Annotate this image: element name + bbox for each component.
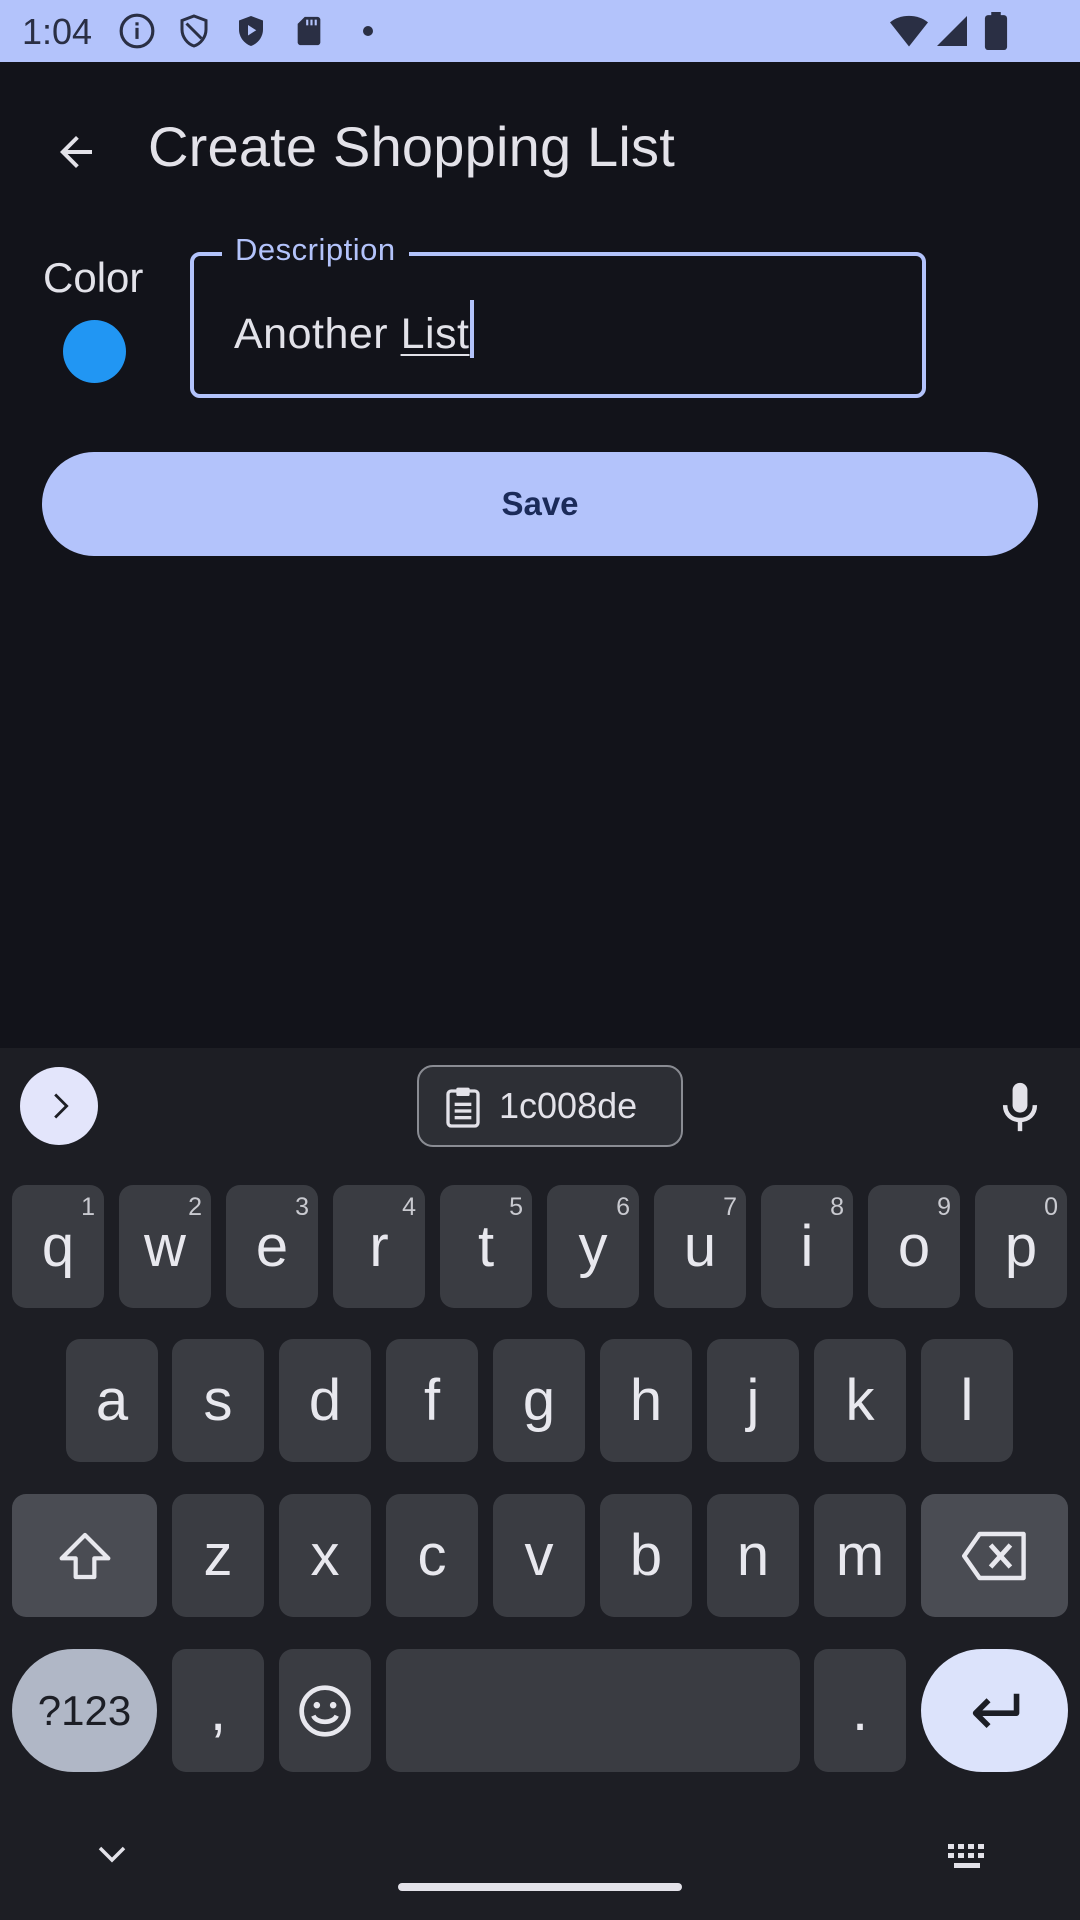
keyboard-expand-button[interactable] bbox=[20, 1067, 98, 1145]
play-shield-icon bbox=[239, 16, 263, 46]
clipboard-text: 1c008de bbox=[499, 1085, 638, 1126]
shift-key[interactable] bbox=[12, 1494, 157, 1617]
shield-icon bbox=[180, 14, 208, 48]
key-i[interactable]: i8 bbox=[761, 1185, 853, 1308]
back-button[interactable] bbox=[44, 120, 108, 184]
wifi-icon bbox=[890, 15, 928, 47]
battery-icon bbox=[984, 12, 1008, 50]
enter-key[interactable] bbox=[921, 1649, 1068, 1772]
key-b[interactable]: b bbox=[600, 1494, 692, 1617]
key-e[interactable]: e3 bbox=[226, 1185, 318, 1308]
hide-keyboard-icon[interactable] bbox=[92, 1840, 132, 1870]
save-button[interactable]: Save bbox=[42, 452, 1038, 556]
soft-keyboard bbox=[0, 1048, 1080, 1920]
description-text: Another bbox=[234, 310, 401, 358]
key-k[interactable]: k bbox=[814, 1339, 906, 1462]
enter-icon bbox=[972, 1693, 1019, 1728]
key-y[interactable]: y6 bbox=[547, 1185, 639, 1308]
description-input-value[interactable]: Another List bbox=[234, 300, 475, 359]
microphone-icon bbox=[1002, 1082, 1038, 1132]
description-composing-text: List bbox=[400, 310, 470, 358]
key-h[interactable]: h bbox=[600, 1339, 692, 1462]
clipboard-suggestion-chip[interactable]: 1c008de bbox=[417, 1065, 683, 1147]
key-d[interactable]: d bbox=[279, 1339, 371, 1462]
key-g[interactable]: g bbox=[493, 1339, 585, 1462]
page-title: Create Shopping List bbox=[148, 115, 676, 178]
symbols-key[interactable]: ?123 bbox=[12, 1649, 157, 1772]
shift-icon bbox=[59, 1532, 110, 1579]
keyboard-switch-icon[interactable] bbox=[946, 1842, 990, 1872]
key-s[interactable]: s bbox=[172, 1339, 264, 1462]
key-m[interactable]: m bbox=[814, 1494, 906, 1617]
dot-icon bbox=[363, 26, 373, 36]
text-cursor bbox=[470, 300, 475, 358]
key-p[interactable]: p0 bbox=[975, 1185, 1067, 1308]
key-t[interactable]: t5 bbox=[440, 1185, 532, 1308]
key-l[interactable]: l bbox=[921, 1339, 1013, 1462]
sd-card-icon bbox=[297, 16, 321, 46]
home-gesture-bar[interactable] bbox=[398, 1883, 682, 1891]
emoji-key[interactable] bbox=[279, 1649, 371, 1772]
key-w[interactable]: w2 bbox=[119, 1185, 211, 1308]
period-key[interactable]: . bbox=[814, 1649, 906, 1772]
key-n[interactable]: n bbox=[707, 1494, 799, 1617]
chevron-right-icon bbox=[54, 1093, 69, 1119]
color-label: Color bbox=[43, 254, 144, 301]
backspace-key[interactable] bbox=[921, 1494, 1068, 1617]
arrow-back-icon bbox=[60, 136, 92, 168]
space-bar[interactable] bbox=[386, 1649, 800, 1772]
signal-icon bbox=[937, 16, 967, 46]
key-o[interactable]: o9 bbox=[868, 1185, 960, 1308]
clipboard-icon bbox=[446, 1087, 480, 1128]
status-bar: 1:04 bbox=[0, 0, 1080, 62]
description-label: Description bbox=[222, 232, 409, 268]
status-time: 1:04 bbox=[22, 11, 93, 52]
key-q[interactable]: q1 bbox=[12, 1185, 104, 1308]
key-v[interactable]: v bbox=[493, 1494, 585, 1617]
info-icon bbox=[119, 13, 155, 49]
key-f[interactable]: f bbox=[386, 1339, 478, 1462]
key-r[interactable]: r4 bbox=[333, 1185, 425, 1308]
backspace-icon bbox=[961, 1531, 1026, 1580]
emoji-icon bbox=[299, 1684, 351, 1737]
key-x[interactable]: x bbox=[279, 1494, 371, 1617]
color-swatch[interactable] bbox=[63, 320, 126, 383]
key-j[interactable]: j bbox=[707, 1339, 799, 1462]
key-u[interactable]: u7 bbox=[654, 1185, 746, 1308]
top-app-bar: Create Shopping List bbox=[0, 62, 1080, 232]
key-z[interactable]: z bbox=[172, 1494, 264, 1617]
comma-key[interactable]: , bbox=[172, 1649, 264, 1772]
voice-input-button[interactable] bbox=[988, 1075, 1052, 1139]
key-a[interactable]: a bbox=[66, 1339, 158, 1462]
key-c[interactable]: c bbox=[386, 1494, 478, 1617]
